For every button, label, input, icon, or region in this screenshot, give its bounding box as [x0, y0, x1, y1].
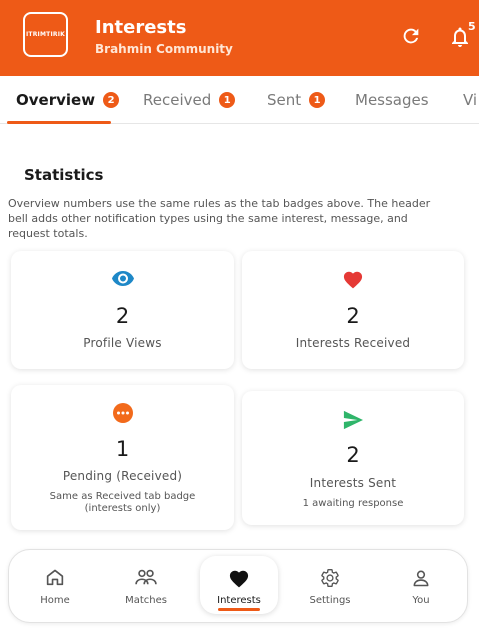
- stat-card-profile-views[interactable]: 2 Profile Views: [11, 251, 234, 369]
- refresh-button[interactable]: [400, 25, 422, 47]
- stat-card-interests-received[interactable]: 2 Interests Received: [242, 251, 464, 369]
- pending-icon: [112, 403, 133, 423]
- send-icon: [343, 410, 363, 430]
- tab-badge: 1: [219, 92, 236, 108]
- tab-label: Messages: [355, 91, 429, 109]
- nav-label: Matches: [125, 595, 167, 606]
- tab-overview[interactable]: Overview 2: [16, 76, 120, 124]
- logo-text: ITRIMTIRIK: [26, 31, 65, 38]
- notification-count-badge: 5: [468, 20, 476, 33]
- stat-subtext: 1 awaiting response: [302, 498, 404, 509]
- nav-label: Settings: [309, 595, 351, 606]
- tab-badge: 2: [103, 92, 120, 108]
- nav-matches[interactable]: Matches: [107, 550, 185, 622]
- bottom-navigation: Home Matches Interests Settings You: [8, 549, 468, 623]
- person-icon: [413, 570, 429, 587]
- nav-label: You: [412, 595, 430, 606]
- tab-sent[interactable]: Sent 1: [267, 76, 326, 124]
- nav-home[interactable]: Home: [16, 550, 94, 622]
- refresh-icon: [403, 28, 419, 44]
- nav-you[interactable]: You: [382, 550, 460, 622]
- active-nav-indicator: [218, 608, 260, 611]
- tab-label: Vi: [463, 91, 478, 109]
- people-icon: [135, 569, 157, 585]
- nav-label: Interests: [217, 595, 261, 606]
- stat-label: Profile Views: [83, 336, 162, 350]
- page-title: Interests: [95, 17, 187, 38]
- app-logo: ITRIMTIRIK: [23, 12, 68, 57]
- active-tab-indicator: [7, 121, 111, 124]
- heart-icon: [229, 570, 249, 588]
- stat-value: 2: [346, 304, 360, 328]
- nav-settings[interactable]: Settings: [291, 550, 369, 622]
- heart-icon: [343, 271, 363, 289]
- tab-label: Sent: [267, 91, 302, 109]
- stat-subtext: Same as Received tab badge (interests on…: [49, 491, 196, 514]
- nav-interests[interactable]: Interests: [200, 556, 278, 614]
- gear-icon: [321, 569, 339, 587]
- tab-label: Received: [143, 91, 212, 109]
- stat-card-interests-sent[interactable]: 2 Interests Sent 1 awaiting response: [242, 391, 464, 525]
- stat-card-pending-received[interactable]: 1 Pending (Received) Same as Received ta…: [11, 385, 234, 530]
- statistics-heading: Statistics: [24, 166, 104, 184]
- nav-label: Home: [40, 595, 70, 606]
- tab-label: Overview: [16, 91, 96, 109]
- tab-views[interactable]: Vi: [463, 76, 477, 124]
- home-icon: [46, 569, 64, 586]
- tab-received[interactable]: Received 1: [143, 76, 236, 124]
- stat-label: Interests Received: [295, 336, 411, 350]
- app-header: ITRIMTIRIK Interests Brahmin Community 5: [0, 0, 479, 76]
- tab-messages[interactable]: Messages: [355, 76, 429, 124]
- stat-value: 2: [346, 443, 360, 467]
- stat-value: 1: [115, 437, 130, 461]
- tab-badge: 1: [309, 92, 326, 108]
- stat-value: 2: [115, 304, 130, 328]
- stat-label: Pending (Received): [62, 469, 183, 483]
- community-subtitle: Brahmin Community: [95, 42, 233, 56]
- statistics-note: Overview numbers use the same rules as t…: [8, 197, 431, 240]
- stat-label: Interests Sent: [309, 476, 397, 490]
- tab-bar: Overview 2 Received 1 Sent 1 Messages Vi: [0, 76, 479, 124]
- eye-icon: [111, 271, 134, 286]
